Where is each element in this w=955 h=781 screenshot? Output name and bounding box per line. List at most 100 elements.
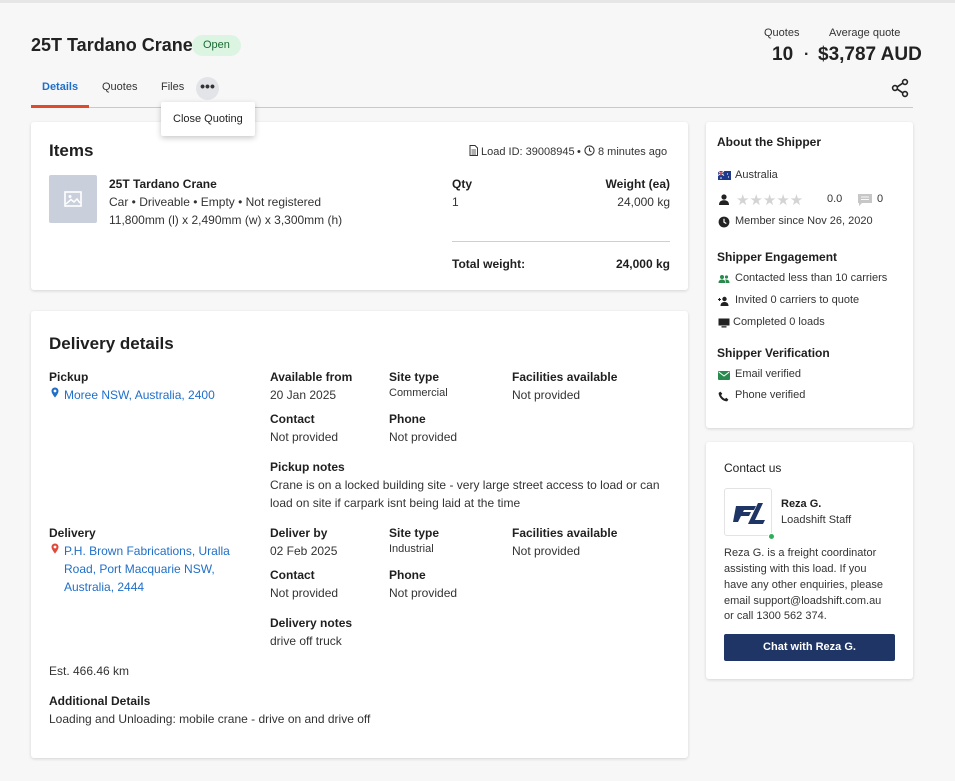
delivery-details-card: Delivery details Pickup Moree NSW, Austr… [31, 311, 688, 758]
contact-heading: Contact us [724, 461, 782, 475]
email-verified: Email verified [735, 368, 802, 380]
add-person-icon [718, 296, 729, 306]
status-badge: Open [192, 35, 241, 56]
shipper-country: Australia [735, 169, 778, 181]
group-icon [718, 275, 730, 283]
items-divider [452, 241, 670, 242]
delivery-address-line1[interactable]: P.H. Brown Fabrications, Uralla [64, 542, 230, 560]
weight-label: Weight (ea) [605, 177, 670, 191]
qty-value: 1 [452, 195, 459, 209]
phone-verified: Phone verified [735, 389, 806, 401]
close-quoting-menu-item[interactable]: Close Quoting [161, 102, 255, 136]
deliver-by-label: Deliver by [270, 526, 328, 540]
contact-description-line3: have any other enquiries, please [724, 579, 883, 591]
delivery-address-line3[interactable]: Australia, 2444 [64, 578, 144, 596]
location-pin-icon [51, 543, 59, 554]
items-card: Items Load ID: 39008945 • 8 minutes ago … [31, 122, 688, 290]
item-description: Car • Driveable • Empty • Not registered [109, 195, 322, 209]
member-since: Member since Nov 26, 2020 [735, 215, 873, 227]
pickup-address-link[interactable]: Moree NSW, Australia, 2400 [64, 386, 215, 404]
rating-stars: ★★★★★ [736, 192, 804, 209]
item-name: 25T Tardano Crane [109, 177, 217, 191]
delivery-facilities-label: Facilities available [512, 526, 618, 540]
tab-details[interactable]: Details [42, 76, 78, 108]
clock-icon [718, 216, 730, 228]
posted-time: 8 minutes ago [598, 146, 668, 158]
invited-carriers: Invited 0 carriers to quote [735, 294, 860, 306]
contact-description-line5: or call 1300 562 374. [724, 610, 827, 622]
tab-quotes[interactable]: Quotes [102, 76, 137, 108]
chat-button[interactable]: Chat with Reza G. [724, 634, 895, 661]
load-id: Load ID: 39008945 [481, 146, 575, 158]
contact-name: Reza G. [781, 498, 822, 510]
stat-separator: · [804, 46, 810, 63]
pickup-phone-label: Phone [389, 412, 426, 426]
online-status-indicator [768, 533, 775, 540]
additional-details-label: Additional Details [49, 694, 151, 708]
items-heading: Items [49, 141, 94, 160]
loadshift-logo [724, 488, 772, 536]
contact-role: Loadshift Staff [781, 514, 852, 526]
top-border [0, 0, 955, 3]
item-image-placeholder [49, 175, 97, 223]
delivery-address-line2[interactable]: Road, Port Macquarie NSW, [64, 560, 215, 578]
australia-flag-icon [718, 171, 731, 180]
contact-description-line4: email support@loadshift.com.au [724, 595, 882, 607]
pickup-notes-line2: load on site if carpark isnt being laid … [270, 496, 521, 510]
active-tab-indicator [31, 105, 89, 108]
deliver-by-value: 02 Feb 2025 [270, 544, 338, 558]
pickup-contact-value: Not provided [270, 430, 339, 444]
delivery-label: Delivery [49, 526, 96, 540]
completed-loads: Completed 0 loads [733, 316, 825, 328]
pickup-site-type-label: Site type [389, 370, 440, 384]
share-icon[interactable] [890, 78, 910, 98]
comment-icon [858, 194, 872, 206]
estimated-distance: Est. 466.46 km [49, 664, 130, 678]
shipper-rating: 0.0 [827, 193, 843, 205]
pickup-notes-line1: Crane is on a locked building site - ver… [270, 478, 660, 492]
weight-value: 24,000 kg [617, 195, 670, 209]
quotes-count-value: 10 [772, 44, 794, 65]
delivery-notes-label: Delivery notes [270, 616, 353, 630]
page-title: 25T Tardano Crane [31, 35, 193, 55]
delivery-contact-value: Not provided [270, 586, 339, 600]
average-quote-label: Average quote [829, 27, 901, 39]
average-quote-value: $3,787 AUD [818, 44, 922, 65]
available-from-value: 20 Jan 2025 [270, 388, 337, 402]
shipper-heading: About the Shipper [717, 135, 821, 149]
shipper-reviews-count: 0 [877, 193, 884, 205]
location-pin-icon [51, 387, 59, 398]
contact-description-line1: Reza G. is a freight coordinator [724, 547, 877, 559]
delivery-notes-value: drive off truck [270, 634, 342, 648]
more-options-button[interactable]: ••• [196, 77, 219, 100]
delivery-phone-label: Phone [389, 568, 426, 582]
delivery-contact-label: Contact [270, 568, 315, 582]
pickup-phone-value: Not provided [389, 430, 458, 444]
contact-description-line2: assisting with this load. If you [724, 563, 867, 575]
delivery-facilities-value: Not provided [512, 544, 581, 558]
qty-label: Qty [452, 177, 473, 191]
pickup-site-type-value: Commercial [389, 387, 448, 399]
item-dimensions: 11,800mm (l) x 2,490mm (w) x 3,300mm (h) [109, 213, 343, 227]
pickup-notes-label: Pickup notes [270, 460, 345, 474]
document-icon [469, 145, 478, 156]
phone-icon [718, 391, 729, 402]
delivery-site-type-label: Site type [389, 526, 440, 540]
delivery-phone-value: Not provided [389, 586, 458, 600]
total-weight-value: 24,000 kg [615, 257, 670, 271]
monitor-icon [718, 318, 730, 328]
total-weight-label: Total weight: [452, 257, 526, 271]
available-from-label: Available from [270, 370, 353, 384]
person-icon [719, 194, 729, 205]
shipper-card: About the Shipper Australia ★★★★★ 0.0 0 … [706, 122, 913, 428]
clock-icon [584, 145, 595, 156]
pickup-contact-label: Contact [270, 412, 315, 426]
pickup-facilities-label: Facilities available [512, 370, 618, 384]
delivery-heading: Delivery details [49, 334, 174, 353]
delivery-site-type-value: Industrial [389, 543, 434, 555]
additional-details-value: Loading and Unloading: mobile crane - dr… [49, 712, 371, 726]
contacted-carriers: Contacted less than 10 carriers [735, 272, 888, 284]
verification-heading: Shipper Verification [717, 346, 830, 360]
pickup-label: Pickup [49, 370, 89, 384]
engagement-heading: Shipper Engagement [717, 250, 838, 264]
